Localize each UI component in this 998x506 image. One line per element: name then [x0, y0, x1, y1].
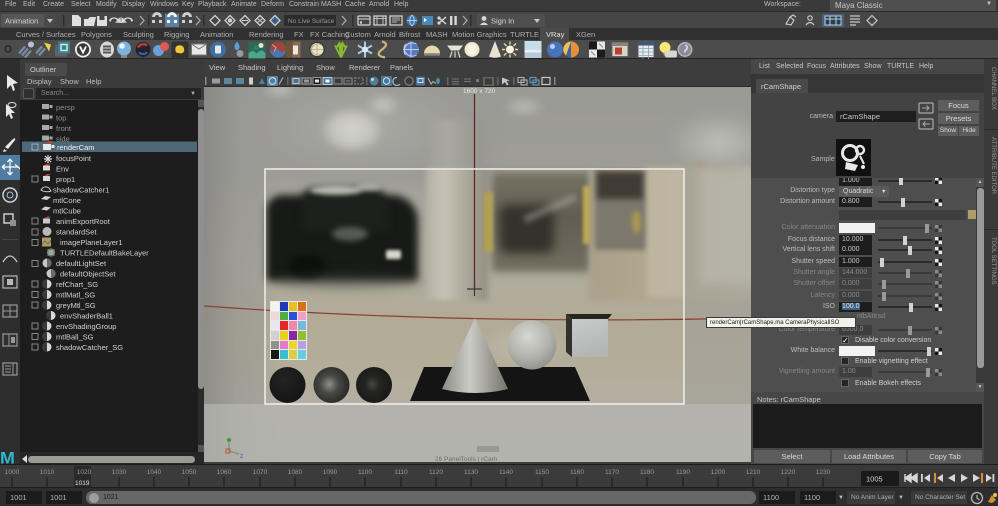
- svg-text:imagePlaneLayer1: imagePlaneLayer1: [60, 238, 123, 247]
- svg-text:animExportRoot: animExportRoot: [56, 217, 111, 226]
- svg-text:defaultLightSet: defaultLightSet: [56, 259, 107, 268]
- svg-text:shadowCatcher1: shadowCatcher1: [53, 186, 109, 195]
- svg-text:1100: 1100: [358, 469, 372, 476]
- svg-text:front: front: [56, 124, 72, 133]
- svg-text:1160: 1160: [570, 469, 584, 476]
- svg-text:Sign In: Sign In: [491, 17, 514, 26]
- svg-text:TURTLEDefaultBakeLayer: TURTLEDefaultBakeLayer: [60, 249, 149, 258]
- svg-text:1110: 1110: [394, 469, 408, 476]
- svg-text:1080: 1080: [288, 469, 303, 476]
- svg-text:1150: 1150: [535, 469, 549, 476]
- svg-text:envShaderBall1: envShaderBall1: [60, 312, 113, 321]
- svg-text:refChart_SG: refChart_SG: [56, 280, 98, 289]
- svg-text:1019: 1019: [75, 480, 90, 487]
- svg-text:greyMtl_SG: greyMtl_SG: [56, 301, 96, 310]
- svg-text:mtlCube: mtlCube: [53, 207, 81, 216]
- svg-text:No Live Surface: No Live Surface: [288, 18, 335, 25]
- svg-text:1230: 1230: [816, 469, 831, 476]
- svg-text:1010: 1010: [40, 469, 55, 476]
- svg-text:1130: 1130: [464, 469, 478, 476]
- svg-text:1000: 1000: [5, 469, 20, 476]
- svg-text:focusPoint: focusPoint: [56, 154, 92, 163]
- svg-text:M: M: [0, 448, 15, 464]
- svg-text:1030: 1030: [112, 469, 127, 476]
- svg-text:1180: 1180: [640, 469, 654, 476]
- svg-text:1190: 1190: [676, 469, 690, 476]
- svg-text:standardSet: standardSet: [56, 228, 97, 237]
- svg-text:Animation: Animation: [5, 17, 38, 26]
- svg-text:z: z: [240, 454, 243, 460]
- svg-text:1020: 1020: [77, 469, 92, 476]
- svg-text:mtlMatl_SG: mtlMatl_SG: [56, 291, 95, 300]
- svg-text:top: top: [56, 114, 66, 123]
- svg-text:1170: 1170: [605, 469, 619, 476]
- svg-text:1200: 1200: [711, 469, 726, 476]
- svg-text:mtlBall_SG: mtlBall_SG: [56, 333, 94, 342]
- svg-text:1005: 1005: [866, 475, 883, 484]
- svg-text:shadowCatcher_SG: shadowCatcher_SG: [56, 343, 123, 352]
- svg-text:renderCam: renderCam: [57, 143, 95, 152]
- svg-text:1090: 1090: [323, 469, 338, 476]
- svg-text:1070: 1070: [253, 469, 268, 476]
- svg-text:1120: 1120: [429, 469, 443, 476]
- svg-text:Env: Env: [56, 165, 69, 174]
- svg-text:defaultObjectSet: defaultObjectSet: [60, 270, 116, 279]
- svg-text:1210: 1210: [746, 469, 761, 476]
- svg-text:persp: persp: [56, 103, 75, 112]
- svg-text:1220: 1220: [781, 469, 796, 476]
- svg-text:1060: 1060: [217, 469, 232, 476]
- svg-text:1050: 1050: [182, 469, 197, 476]
- svg-text:1140: 1140: [499, 469, 513, 476]
- svg-text:mtlCone: mtlCone: [53, 196, 81, 205]
- svg-text:envShadingGroup: envShadingGroup: [56, 322, 116, 331]
- svg-text:1040: 1040: [147, 469, 162, 476]
- svg-text:prop1: prop1: [56, 175, 75, 184]
